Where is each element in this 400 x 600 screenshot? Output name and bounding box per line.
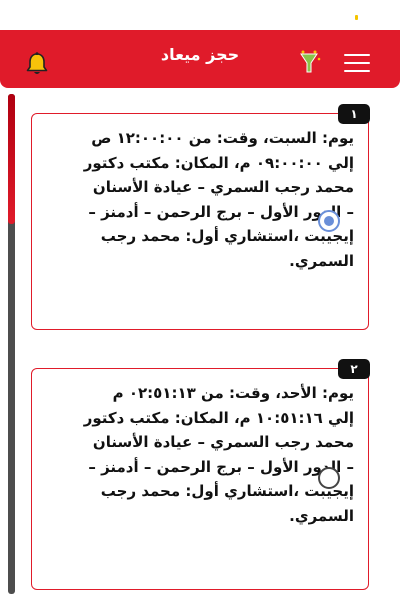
appointment-details: يوم: السبت، وقت: من ١٢:٠٠:٠٠ ص إلي ٠٩:٠٠… — [83, 129, 354, 270]
radio-selected-dot — [324, 216, 334, 226]
app-header: حجز ميعاد — [0, 30, 400, 88]
flag-icon — [296, 50, 322, 76]
appointment-number-badge: ٢ — [338, 359, 370, 379]
status-bar — [0, 0, 400, 30]
appointment-number-badge: ١ — [338, 104, 370, 124]
appointment-radio[interactable] — [318, 467, 340, 489]
page-title: حجز ميعاد — [160, 45, 240, 64]
status-indicator — [355, 15, 358, 20]
scrollbar-thumb[interactable] — [8, 94, 15, 224]
appointment-details: يوم: الأحد، وقت: من ٠٢:٥١:١٣ م إلي ١٠:٥١… — [83, 384, 354, 525]
appointment-card[interactable]: ٢ يوم: الأحد، وقت: من ٠٢:٥١:١٣ م إلي ١٠:… — [31, 359, 370, 590]
appointment-radio[interactable] — [318, 210, 340, 232]
appointment-card[interactable]: ١ يوم: السبت، وقت: من ١٢:٠٠:٠٠ ص إلي ٠٩:… — [31, 104, 370, 330]
menu-icon[interactable] — [344, 52, 370, 74]
scrollbar[interactable] — [8, 94, 15, 594]
